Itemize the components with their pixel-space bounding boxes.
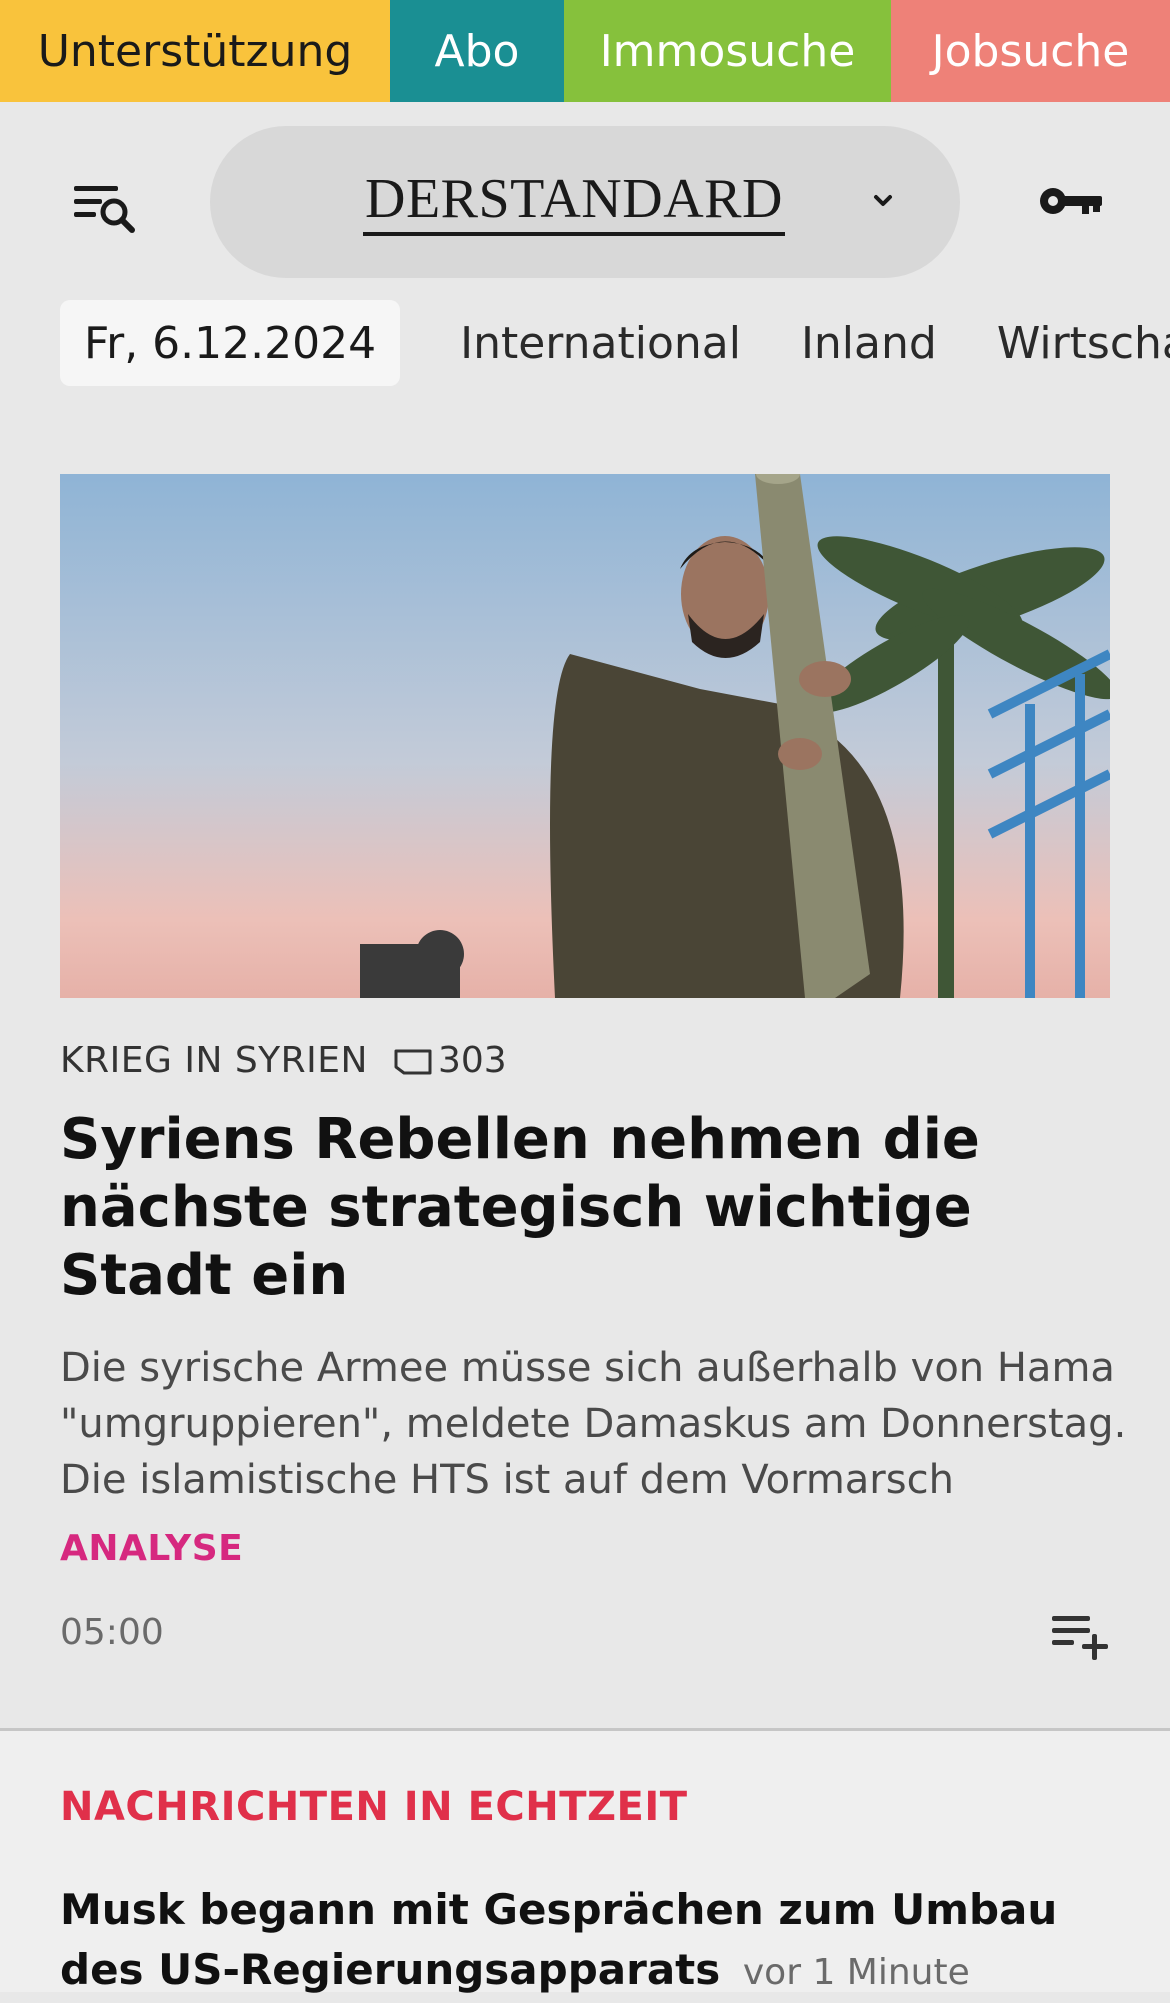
immo-search-link[interactable]: Immosuche — [564, 0, 891, 102]
add-to-list-button[interactable] — [1048, 1610, 1112, 1662]
support-link[interactable]: Unterstützung — [0, 0, 390, 102]
article-type-label: ANALYSE — [60, 1528, 244, 1569]
live-news-title[interactable]: NACHRICHTEN IN ECHTZEIT — [60, 1784, 688, 1830]
job-search-link[interactable]: Jobsuche — [891, 0, 1170, 102]
live-news-time: vor 1 Minute — [742, 1952, 970, 1993]
comment-count[interactable]: 303 — [438, 1040, 507, 1081]
nav-item-wirtschaft[interactable]: Wirtschaft — [997, 318, 1170, 369]
nav-item-inland[interactable]: Inland — [801, 318, 937, 369]
brand-logo: DERSTANDARD — [363, 166, 785, 236]
article-headline[interactable]: Syriens Rebellen nehmen die nächste stra… — [60, 1106, 1120, 1310]
key-icon — [1040, 188, 1102, 214]
login-button[interactable] — [1036, 176, 1106, 226]
section-nav: Fr, 6.12.2024 International Inland Wirts… — [60, 300, 1170, 386]
comment-icon — [394, 1049, 432, 1074]
nav-item-international[interactable]: International — [460, 318, 741, 369]
menu-search-button[interactable] — [66, 172, 146, 242]
chevron-down-icon — [874, 195, 892, 206]
hero-image[interactable] — [60, 474, 1110, 998]
abo-link[interactable]: Abo — [390, 0, 564, 102]
menu-search-icon — [74, 186, 135, 233]
live-news-item[interactable]: Musk begann mit Gesprächen zum Umbau des… — [60, 1880, 1130, 2003]
article-kicker[interactable]: KRIEG IN SYRIEN — [60, 1040, 368, 1081]
article-teaser: Die syrische Armee müsse sich außerhalb … — [60, 1345, 1127, 1503]
playlist-add-icon — [1052, 1616, 1108, 1660]
site-header: DERSTANDARD — [0, 102, 1170, 300]
article-time: 05:00 — [60, 1612, 164, 1653]
date-chip[interactable]: Fr, 6.12.2024 — [60, 300, 401, 386]
top-service-bar: Unterstützung Abo Immosuche Jobsuche — [0, 0, 1170, 102]
article-meta: KRIEG IN SYRIEN 303 — [60, 1040, 507, 1081]
brand-selector[interactable]: DERSTANDARD — [210, 126, 960, 278]
